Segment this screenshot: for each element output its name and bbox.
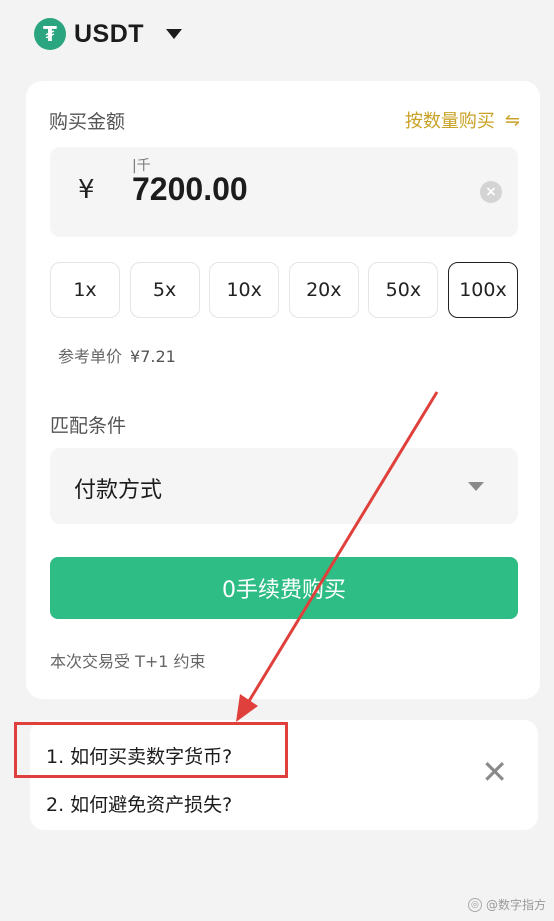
t1-note: 本次交易受 T+1 约束 [50,652,206,671]
amount-label: 购买金额 [49,111,126,133]
faq-link-avoid-loss[interactable]: 2. 如何避免资产损失? [46,790,232,817]
swap-icon: ⇋ [504,109,520,131]
amount-input[interactable]: ¥ |千 7200.00 × [50,147,518,237]
payment-method-label: 付款方式 [74,478,163,503]
watermark-icon: ◎ [467,897,482,912]
caret-down-icon[interactable] [166,29,183,39]
reference-price: 参考单价 ¥7.21 [58,343,176,367]
buy-button[interactable]: 0手续费购买 [50,557,518,619]
coin-selector[interactable]: ₮ USDT [34,14,183,54]
currency-symbol: ¥ [78,175,95,205]
multiplier-5x-button[interactable]: 5x [129,262,200,318]
watermark-text: @数字指方 [485,898,546,912]
tether-icon: ₮ [34,18,66,50]
chevron-down-icon [468,482,484,491]
multiplier-100x-button[interactable]: 100x [447,262,518,318]
payment-method-select[interactable]: 付款方式 [50,448,518,524]
reference-price-label: 参考单价 [58,347,123,366]
multiplier-group: 1x 5x 10x 20x 50x 100x [50,262,518,318]
annotation-highlight-box [14,722,288,778]
close-icon[interactable]: ✕ [481,756,508,788]
buy-by-quantity-link[interactable]: 按数量购买 ⇋ [405,107,520,133]
multiplier-1x-button[interactable]: 1x [50,262,120,318]
reference-price-value: ¥7.21 [130,347,176,366]
multiplier-20x-button[interactable]: 20x [288,262,359,318]
watermark: ◎ @数字指方 [467,896,546,913]
match-conditions-label: 匹配条件 [50,415,127,437]
multiplier-10x-button[interactable]: 10x [209,262,280,318]
buy-form-card: 购买金额 按数量购买 ⇋ ¥ |千 7200.00 × 1x 5x 10x 20… [26,81,540,699]
buy-by-quantity-label: 按数量购买 [404,111,495,132]
amount-value[interactable]: 7200.00 [132,171,248,208]
multiplier-50x-button[interactable]: 50x [368,262,439,318]
clear-icon[interactable]: × [480,181,502,203]
coin-name: USDT [74,19,145,48]
